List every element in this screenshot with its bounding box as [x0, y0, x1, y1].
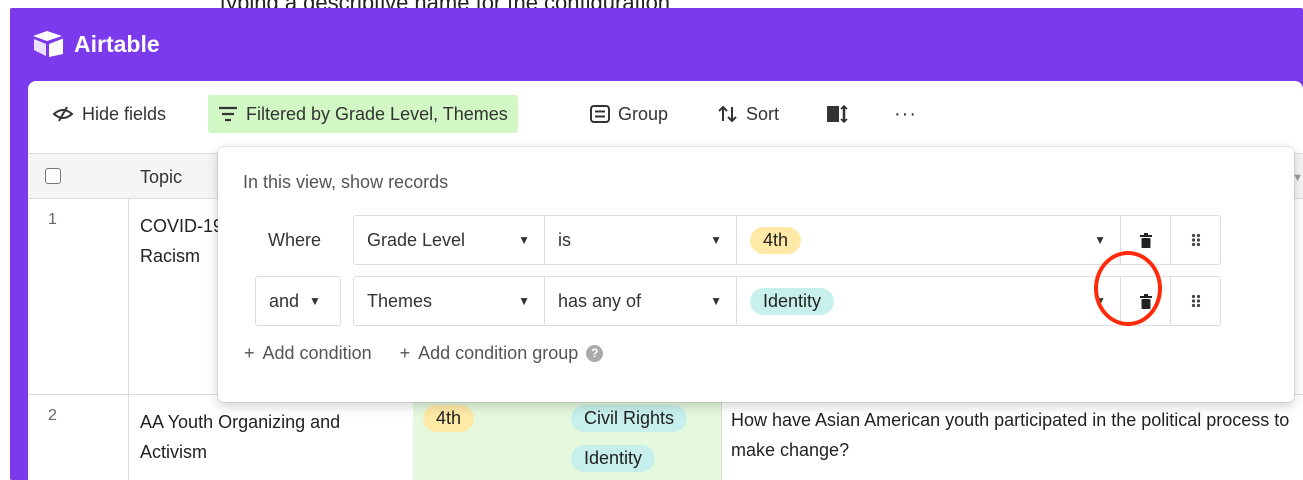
condition-operator-value: is — [558, 229, 571, 250]
group-button[interactable]: Group — [580, 95, 678, 133]
condition-field-value: Themes — [367, 290, 433, 311]
condition-field-select[interactable]: Themes ▼ — [353, 276, 545, 326]
drag-handle[interactable] — [1171, 215, 1221, 265]
add-condition-group-button[interactable]: + Add condition group ? — [400, 343, 604, 364]
cell-divider — [128, 199, 129, 394]
filter-icon — [219, 106, 237, 122]
topic-cell[interactable]: AA Youth Organizing and Activism — [140, 407, 390, 467]
condition-value-select[interactable]: 4th ▼ — [737, 215, 1121, 265]
grade-level-pill[interactable]: 4th — [423, 405, 475, 432]
cell-divider — [721, 395, 722, 480]
help-icon[interactable]: ? — [586, 345, 604, 362]
hide-fields-button[interactable]: Hide fields — [42, 95, 176, 133]
filter-button[interactable]: Filtered by Grade Level, Themes — [208, 95, 518, 133]
dropdown-caret-icon: ▼ — [518, 233, 530, 247]
hide-eye-icon — [52, 106, 74, 122]
sort-button[interactable]: Sort — [708, 95, 789, 133]
airtable-logo[interactable]: Airtable — [32, 30, 160, 58]
dropdown-caret-icon: ▼ — [518, 294, 530, 308]
column-header-topic[interactable]: Topic — [140, 167, 182, 188]
filtered-columns-highlight: 4th Civil Rights Identity — [413, 395, 721, 480]
group-label: Group — [618, 103, 669, 124]
dropdown-caret-icon: ▼ — [710, 294, 722, 308]
condition-operator-select[interactable]: has any of ▼ — [545, 276, 737, 326]
dropdown-caret-icon: ▼ — [309, 294, 321, 308]
view-toolbar: Hide fields Filtered by Grade Level, The… — [28, 81, 1303, 153]
row-height-icon — [827, 105, 848, 123]
condition-operator-value: has any of — [558, 290, 642, 311]
condition-value-select[interactable]: Identity ▼ — [737, 276, 1121, 326]
trash-icon — [1139, 232, 1152, 248]
theme-pill[interactable]: Civil Rights — [571, 405, 688, 432]
theme-pill[interactable]: Identity — [571, 445, 656, 472]
more-options-button[interactable]: ··· — [884, 95, 927, 133]
select-all-checkbox[interactable] — [45, 168, 61, 184]
plus-icon: + — [244, 343, 255, 363]
condition-operator-select[interactable]: is ▼ — [545, 215, 737, 265]
drag-handle-icon — [1191, 294, 1200, 308]
row-number: 2 — [48, 407, 57, 424]
condition-field-value: Grade Level — [367, 229, 466, 250]
sort-label: Sort — [746, 103, 780, 124]
condition-field-select[interactable]: Grade Level ▼ — [353, 215, 545, 265]
table-row[interactable]: 2 AA Youth Organizing and Activism 4th C… — [28, 395, 1303, 480]
question-cell[interactable]: How have Asian American youth participat… — [731, 405, 1301, 465]
condition-value-pill: Identity — [750, 287, 835, 315]
drag-handle-icon — [1191, 233, 1200, 247]
group-icon — [590, 105, 610, 123]
annotation-highlight-circle — [1094, 251, 1162, 326]
dropdown-caret-icon: ▼ — [710, 233, 722, 247]
hide-fields-label: Hide fields — [82, 103, 167, 124]
condition-conjunction-value: and — [269, 290, 300, 311]
more-options-icon: ··· — [894, 102, 917, 125]
plus-icon: + — [399, 343, 411, 363]
dropdown-caret-icon: ▼ — [1094, 233, 1106, 247]
airtable-app: Airtable Hide fields Filtered by Grade L… — [10, 8, 1303, 480]
add-condition-label: Add condition — [262, 343, 372, 363]
add-condition-group-label: Add condition group — [418, 343, 579, 363]
sort-arrows-icon — [718, 105, 737, 123]
brand-name: Airtable — [74, 30, 160, 57]
filter-label: Filtered by Grade Level, Themes — [246, 103, 508, 124]
drag-handle[interactable] — [1171, 276, 1221, 326]
condition-conjunction-select[interactable]: and ▼ — [255, 276, 341, 326]
condition-conjunction-label: Where — [268, 229, 322, 250]
row-height-button[interactable] — [816, 95, 858, 133]
filter-popover-title: In this view, show records — [243, 172, 449, 192]
add-condition-button[interactable]: + Add condition — [244, 343, 372, 364]
filter-popover-footer: + Add condition + Add condition group ? — [244, 343, 604, 364]
airtable-logo-icon — [33, 31, 63, 57]
condition-value-pill: 4th — [750, 226, 802, 254]
cell-divider — [128, 395, 129, 480]
row-number: 1 — [48, 211, 57, 228]
